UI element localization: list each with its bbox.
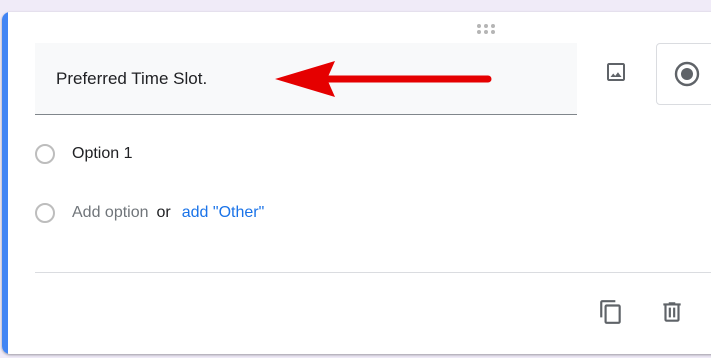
radio-button-checked-icon xyxy=(674,61,700,87)
option-row[interactable]: Option 1 xyxy=(35,141,132,167)
duplicate-button[interactable] xyxy=(591,292,631,332)
active-accent-bar xyxy=(2,12,8,354)
radio-circle-icon xyxy=(35,203,55,223)
footer-divider xyxy=(35,272,711,273)
question-title-field[interactable]: Preferred Time Slot. xyxy=(35,43,577,115)
question-title[interactable]: Preferred Time Slot. xyxy=(56,69,207,89)
add-option-input[interactable]: Add option xyxy=(72,204,149,222)
image-icon xyxy=(607,63,625,81)
delete-button[interactable] xyxy=(652,292,692,332)
question-card: Preferred Time Slot. Option 1 Add option… xyxy=(2,12,711,354)
trash-icon xyxy=(663,302,681,322)
drag-handle-icon[interactable] xyxy=(476,22,496,34)
copy-icon xyxy=(600,300,621,324)
question-type-dropdown[interactable] xyxy=(656,43,711,105)
red-arrow-annotation xyxy=(275,61,492,97)
add-image-button[interactable] xyxy=(596,52,636,92)
option-label[interactable]: Option 1 xyxy=(72,145,132,163)
add-other-link[interactable]: add "Other" xyxy=(182,204,265,222)
add-option-row: Add option or add "Other" xyxy=(35,200,264,226)
radio-circle-icon xyxy=(35,144,55,164)
or-text: or xyxy=(156,204,171,221)
